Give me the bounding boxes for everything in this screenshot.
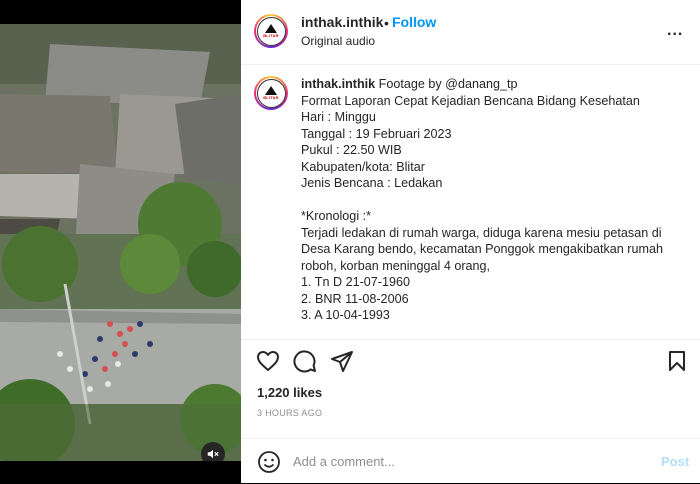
caption-area: BLITAR inthak.inthik Footage by @danang_… <box>241 64 700 339</box>
post-timestamp: 3 HOURS AGO <box>257 408 323 418</box>
caption-line: Tanggal : 19 Februari 2023 <box>301 126 452 141</box>
emoji-icon[interactable] <box>257 450 281 474</box>
post-header: BLITAR inthak.inthik • Follow Original a… <box>241 0 700 65</box>
instagram-post-window: BLITAR inthak.inthik • Follow Original a… <box>0 0 700 483</box>
caption-line: inthak.inthik Footage by @danang_tp <box>301 77 518 91</box>
caption-line: Jenis Bencana : Ledakan <box>301 176 443 190</box>
comment-icon[interactable] <box>293 349 317 373</box>
more-options-button[interactable]: ... <box>667 22 683 40</box>
caption-line: Hari : Minggu <box>301 110 376 124</box>
follow-button[interactable]: Follow <box>392 14 436 30</box>
caption-text: inthak.inthik Footage by @danang_tp Form… <box>301 76 691 324</box>
mute-toggle[interactable] <box>201 442 225 461</box>
comment-bar: Add a comment... Post <box>241 438 700 484</box>
caption-line: 1. Tn D 21-07-1960 <box>301 275 410 289</box>
avatar[interactable]: BLITAR <box>254 14 288 48</box>
post-video[interactable] <box>0 24 241 461</box>
share-icon[interactable] <box>330 349 354 373</box>
caption-username[interactable]: inthak.inthik <box>301 77 375 91</box>
caption-line: Desa Karang bendo, kecamatan Ponggok men… <box>301 242 663 256</box>
caption-line: Pukul : 22.50 WIB <box>301 143 402 157</box>
blitar-logo: BLITAR <box>256 78 286 108</box>
caption-line: Terjadi ledakan di rumah warga, diduga k… <box>301 225 662 240</box>
heart-icon[interactable] <box>256 349 280 373</box>
muted-speaker-icon <box>207 449 219 459</box>
author-username[interactable]: inthak.inthik <box>301 14 383 30</box>
aerial-village-footage <box>0 24 241 461</box>
caption-line: Kabupaten/kota: Blitar <box>301 159 425 174</box>
post-side-panel: BLITAR inthak.inthik • Follow Original a… <box>241 0 700 483</box>
caption-line: 2. BNR 11-08-2006 <box>301 291 409 306</box>
like-count[interactable]: 1,220 likes <box>257 385 322 400</box>
caption-line: 3. A 10-04-1993 <box>301 308 390 322</box>
blitar-logo: BLITAR <box>256 16 286 46</box>
caption-line: Format Laporan Cepat Kejadian Bencana Bi… <box>301 93 640 108</box>
action-bar <box>241 339 700 380</box>
audio-label[interactable]: Original audio <box>301 34 375 48</box>
caption-line: roboh, korban meninggal 4 orang, <box>301 258 491 273</box>
post-comment-button[interactable]: Post <box>661 454 689 469</box>
caption-avatar[interactable]: BLITAR <box>254 76 288 110</box>
comment-input[interactable]: Add a comment... <box>293 454 395 469</box>
separator-dot: • <box>384 15 389 31</box>
bookmark-icon[interactable] <box>665 349 689 373</box>
caption-line: *Kronologi :* <box>301 209 372 223</box>
caption-line <box>301 192 691 209</box>
